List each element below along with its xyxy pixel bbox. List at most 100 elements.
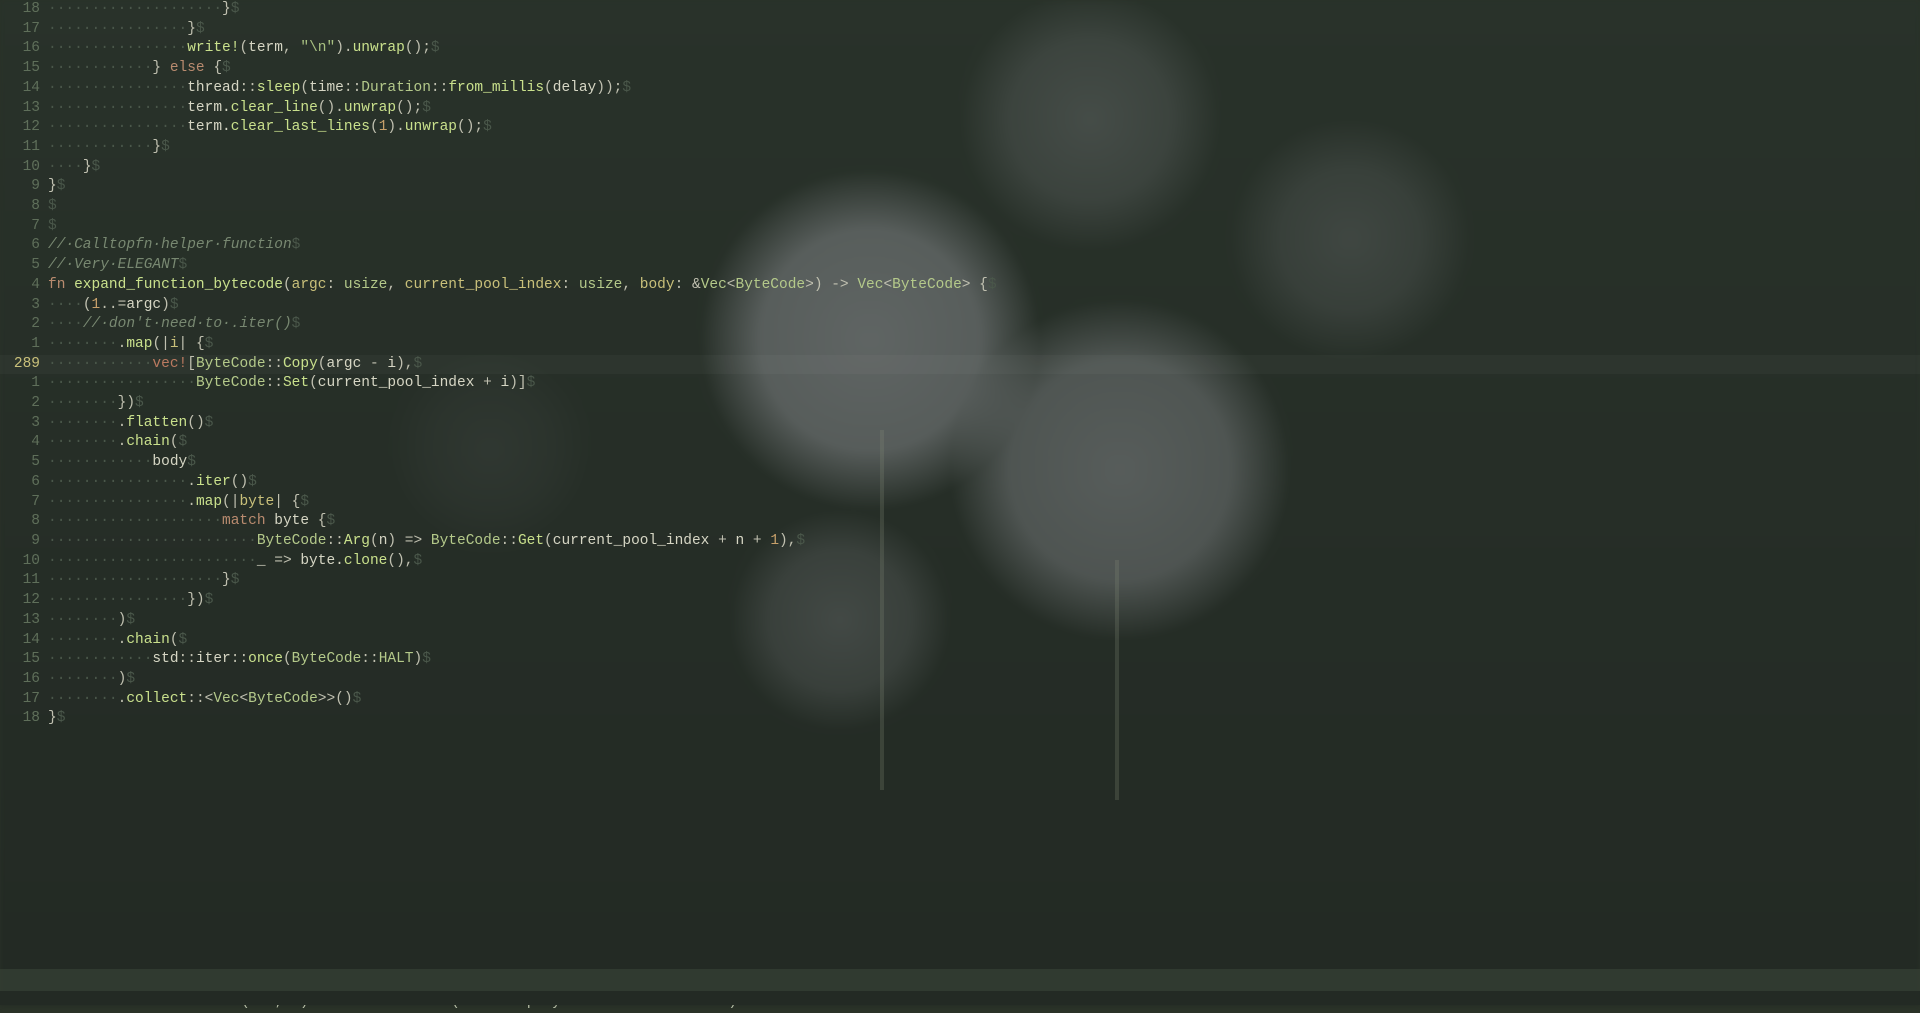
code-content[interactable]: ············body$ — [48, 453, 1920, 473]
code-content[interactable]: ····}$ — [48, 158, 1920, 178]
code-content[interactable]: //·Very·ELEGANT$ — [48, 256, 1920, 276]
code-content[interactable]: }$ — [48, 709, 1920, 729]
code-line[interactable]: 15············} else {$ — [0, 59, 1920, 79]
code-content[interactable]: ····················}$ — [48, 0, 1920, 20]
editor-viewport[interactable]: 18····················}$17··············… — [0, 0, 1920, 1005]
indent-whitespace: ········ — [48, 336, 118, 352]
gutter-linenum: 13 — [0, 99, 48, 119]
code-line[interactable]: 1·················ByteCode::Set(current_… — [0, 374, 1920, 394]
code-line[interactable]: 1········.map(|i| {$ — [0, 335, 1920, 355]
code-line[interactable]: 11············}$ — [0, 138, 1920, 158]
code-content[interactable]: fn expand_function_bytecode(argc: usize,… — [48, 276, 1920, 296]
code-content[interactable]: ········.collect::<Vec<ByteCode>>()$ — [48, 690, 1920, 710]
token: ByteCode — [431, 533, 501, 549]
code-content[interactable]: ················term.clear_last_lines(1)… — [48, 118, 1920, 138]
code-content[interactable]: ························_ => byte.clone(… — [48, 552, 1920, 572]
token: clear_last_lines — [231, 119, 370, 135]
code-line[interactable]: 5············body$ — [0, 453, 1920, 473]
token: 1 — [92, 297, 101, 313]
token: , — [283, 40, 300, 56]
code-content[interactable]: ················.iter()$ — [48, 473, 1920, 493]
code-line[interactable]: 4fn expand_function_bytecode(argc: usize… — [0, 276, 1920, 296]
code-line[interactable]: 9}$ — [0, 177, 1920, 197]
token: ( — [370, 119, 379, 135]
token: [ — [187, 356, 196, 372]
code-line[interactable]: 9························ByteCode::Arg(n… — [0, 532, 1920, 552]
code-content[interactable]: ········.chain($ — [48, 433, 1920, 453]
token: } — [48, 710, 57, 726]
code-content[interactable]: ········.flatten()$ — [48, 414, 1920, 434]
code-line[interactable]: 16················write!(term, "\n").unw… — [0, 39, 1920, 59]
code-content[interactable]: ················}$ — [48, 20, 1920, 40]
code-content[interactable]: }$ — [48, 177, 1920, 197]
token: >) -> — [805, 277, 857, 293]
token: )); — [596, 80, 622, 96]
code-content[interactable]: ····//·don't·need·to·.iter()$ — [48, 315, 1920, 335]
token: body — [152, 454, 187, 470]
code-content[interactable]: $ — [48, 217, 1920, 237]
indent-whitespace: ························ — [48, 533, 257, 549]
token: < — [883, 277, 892, 293]
code-content[interactable]: ················write!(term, "\n").unwra… — [48, 39, 1920, 59]
code-content[interactable]: ·················ByteCode::Set(current_p… — [48, 374, 1920, 394]
code-content[interactable]: ····(1..=argc)$ — [48, 296, 1920, 316]
code-line[interactable]: 10····}$ — [0, 158, 1920, 178]
code-line[interactable]: 14········.chain($ — [0, 631, 1920, 651]
token: ByteCode — [736, 277, 806, 293]
minibuffer[interactable] — [0, 991, 1920, 1005]
code-line[interactable]: 16········)$ — [0, 670, 1920, 690]
code-line[interactable]: 6················.iter()$ — [0, 473, 1920, 493]
code-line[interactable]: 17········.collect::<Vec<ByteCode>>()$ — [0, 690, 1920, 710]
code-content[interactable]: //·Calltopfn·helper·function$ — [48, 236, 1920, 256]
code-line[interactable]: 15············std::iter::once(ByteCode::… — [0, 650, 1920, 670]
token: ( — [239, 40, 248, 56]
token: ( — [544, 80, 553, 96]
code-content[interactable]: ········})$ — [48, 394, 1920, 414]
code-line[interactable]: 289············vec![ByteCode::Copy(argc … — [0, 355, 1920, 375]
code-content[interactable]: ················})$ — [48, 591, 1920, 611]
code-content[interactable]: ············vec![ByteCode::Copy(argc - i… — [48, 355, 1920, 375]
code-line[interactable]: 12················term.clear_last_lines(… — [0, 118, 1920, 138]
token: HALT — [379, 651, 414, 667]
code-content[interactable]: ····················match byte {$ — [48, 512, 1920, 532]
code-content[interactable]: ············} else {$ — [48, 59, 1920, 79]
code-line[interactable]: 10························_ => byte.clon… — [0, 552, 1920, 572]
code-line[interactable]: 18····················}$ — [0, 0, 1920, 20]
code-line[interactable]: 3····(1..=argc)$ — [0, 296, 1920, 316]
code-line[interactable]: 3········.flatten()$ — [0, 414, 1920, 434]
code-line[interactable]: 14················thread::sleep(time::Du… — [0, 79, 1920, 99]
code-line[interactable]: 4········.chain($ — [0, 433, 1920, 453]
code-content[interactable]: ········.map(|i| {$ — [48, 335, 1920, 355]
code-line[interactable]: 2········})$ — [0, 394, 1920, 414]
code-line[interactable]: 13········)$ — [0, 611, 1920, 631]
code-line[interactable]: 5//·Very·ELEGANT$ — [0, 256, 1920, 276]
code-line[interactable]: 18}$ — [0, 709, 1920, 729]
token: ByteCode — [248, 691, 318, 707]
code-content[interactable]: ····················}$ — [48, 571, 1920, 591]
token: :: — [326, 533, 343, 549]
code-line[interactable]: 12················})$ — [0, 591, 1920, 611]
code-line[interactable]: 6//·Calltopfn·helper·function$ — [0, 236, 1920, 256]
code-content[interactable]: ············std::iter::once(ByteCode::HA… — [48, 650, 1920, 670]
code-line[interactable]: 8$ — [0, 197, 1920, 217]
token: ( — [283, 277, 292, 293]
code-content[interactable]: ························ByteCode::Arg(n)… — [48, 532, 1920, 552]
code-line[interactable]: 17················}$ — [0, 20, 1920, 40]
code-line[interactable]: 11····················}$ — [0, 571, 1920, 591]
code-content[interactable]: ········)$ — [48, 611, 1920, 631]
code-content[interactable]: ········.chain($ — [48, 631, 1920, 651]
code-line[interactable]: 2····//·don't·need·to·.iter()$ — [0, 315, 1920, 335]
code-content[interactable]: ········)$ — [48, 670, 1920, 690]
code-line[interactable]: 13················term.clear_line().unwr… — [0, 99, 1920, 119]
code-content[interactable]: ················thread::sleep(time::Dura… — [48, 79, 1920, 99]
code-line[interactable]: 7$ — [0, 217, 1920, 237]
code-content[interactable]: $ — [48, 197, 1920, 217]
code-line[interactable]: 8····················match byte {$ — [0, 512, 1920, 532]
code-content[interactable]: ················term.clear_line().unwrap… — [48, 99, 1920, 119]
code-line[interactable]: 7················.map(|byte| {$ — [0, 493, 1920, 513]
eol-marker: $ — [126, 671, 135, 687]
token: clear_line — [231, 100, 318, 116]
code-content[interactable]: ············}$ — [48, 138, 1920, 158]
code-content[interactable]: ················.map(|byte| {$ — [48, 493, 1920, 513]
indent-whitespace: ················ — [48, 494, 187, 510]
